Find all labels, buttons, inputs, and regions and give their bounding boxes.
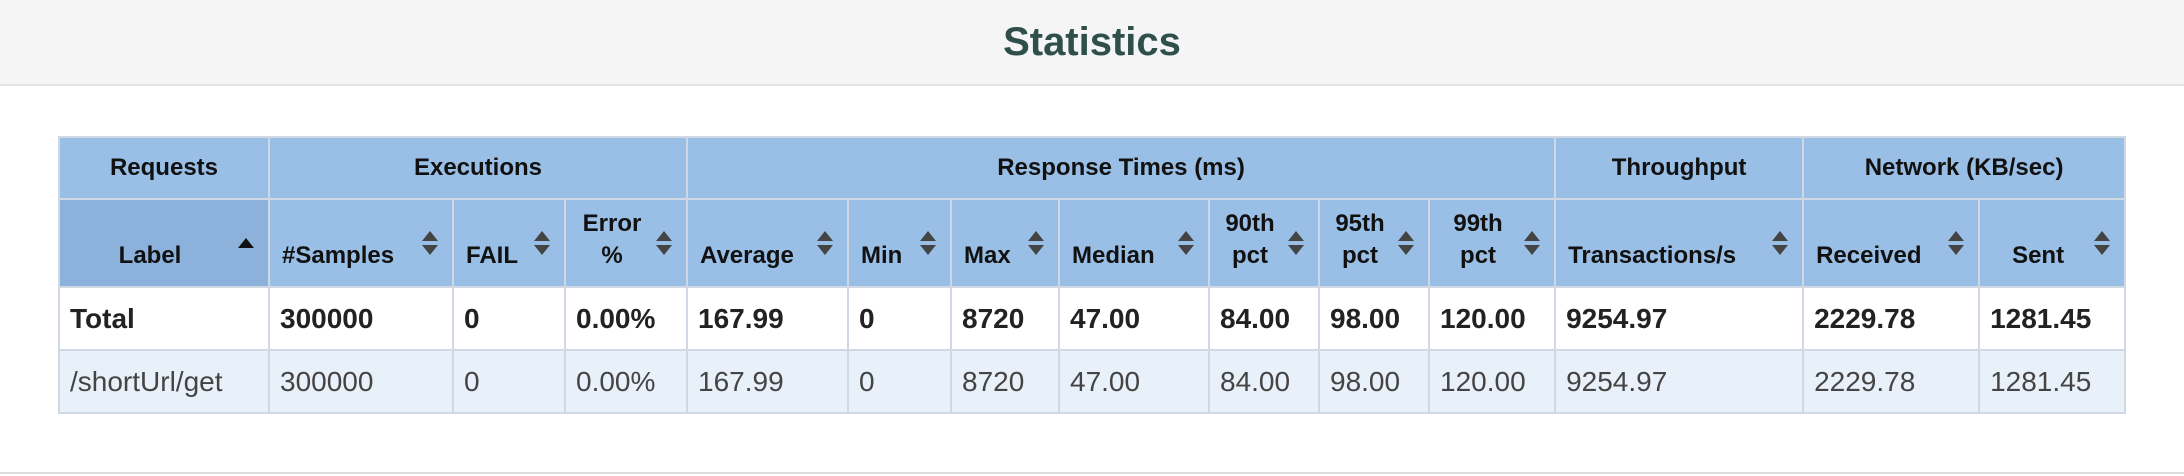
cell-p95: 98.00 (1318, 349, 1430, 414)
sort-both-icon (1948, 231, 1965, 255)
sort-ascending-icon (238, 238, 254, 248)
cell-received: 2229.78 (1802, 349, 1981, 414)
cell-median: 47.00 (1058, 349, 1210, 414)
column-header-average-text: Average (700, 242, 794, 269)
sort-both-icon (1178, 231, 1194, 255)
sort-both-icon (656, 231, 672, 255)
column-header-median-text: Median (1072, 242, 1155, 269)
column-header-p95-text: 95th pct (1335, 210, 1385, 269)
title-bar: Statistics (0, 0, 2184, 86)
cell-fail: 0 (452, 286, 566, 351)
column-header-max[interactable]: Max (950, 198, 1060, 288)
column-header-p90[interactable]: 90th pct (1208, 198, 1320, 288)
cell-average: 167.99 (686, 349, 849, 414)
column-header-samples-text: #Samples (282, 242, 395, 269)
cell-fail: 0 (452, 349, 566, 414)
column-header-label-text: Label (118, 242, 182, 269)
cell-label: /shortUrl/get (58, 349, 270, 414)
cell-max: 8720 (950, 349, 1060, 414)
column-header-p99[interactable]: 99th pct (1427, 198, 1557, 288)
column-header-fail-text: FAIL (466, 242, 518, 269)
page-title: Statistics (1003, 19, 1181, 64)
cell-min: 0 (847, 286, 952, 351)
sort-both-icon (817, 231, 833, 255)
sort-both-icon (2094, 231, 2111, 255)
cell-error-pct: 0.00% (564, 349, 688, 414)
content-area: Requests Executions Response Times (ms) … (0, 86, 2184, 474)
group-executions: Executions (268, 136, 688, 200)
sort-both-icon (920, 231, 936, 255)
sort-both-icon (534, 231, 550, 255)
column-header-sent-text: Sent (2012, 242, 2065, 269)
column-header-label[interactable]: Label (58, 198, 270, 288)
cell-min: 0 (847, 349, 952, 414)
column-header-received-text: Received (1816, 242, 1922, 269)
sort-both-icon (1772, 231, 1789, 255)
column-header-error-pct-text: Error % (582, 210, 642, 269)
cell-p99: 120.00 (1427, 349, 1557, 414)
cell-samples: 300000 (268, 286, 454, 351)
column-header-sent[interactable]: Sent (1978, 198, 2127, 288)
cell-samples: 300000 (268, 349, 454, 414)
sort-both-icon (1524, 231, 1541, 255)
sort-both-icon (1028, 231, 1044, 255)
cell-error-pct: 0.00% (564, 286, 688, 351)
column-header-row: Label #Samples FAIL Error % Average Min … (58, 198, 2127, 288)
column-header-min-text: Min (861, 242, 903, 269)
group-network: Network (KB/sec) (1802, 136, 2127, 200)
column-header-samples[interactable]: #Samples (268, 198, 454, 288)
column-header-min[interactable]: Min (847, 198, 952, 288)
sort-both-icon (1288, 231, 1304, 255)
group-throughput: Throughput (1554, 136, 1805, 200)
cell-label: Total (58, 286, 270, 351)
column-header-p90-text: 90th pct (1225, 210, 1275, 269)
cell-transactions: 9254.97 (1554, 286, 1805, 351)
cell-transactions: 9254.97 (1554, 349, 1805, 414)
column-header-p95[interactable]: 95th pct (1318, 198, 1430, 288)
sort-both-icon (1398, 231, 1414, 255)
column-header-transactions[interactable]: Transactions/s (1554, 198, 1805, 288)
group-header-row: Requests Executions Response Times (ms) … (58, 136, 2127, 200)
column-header-average[interactable]: Average (686, 198, 849, 288)
column-header-median[interactable]: Median (1058, 198, 1210, 288)
cell-median: 47.00 (1058, 286, 1210, 351)
column-header-max-text: Max (964, 242, 1011, 269)
cell-sent: 1281.45 (1978, 286, 2127, 351)
bottom-divider (0, 472, 2184, 474)
column-header-error-pct[interactable]: Error % (564, 198, 688, 288)
cell-average: 167.99 (686, 286, 849, 351)
column-header-fail[interactable]: FAIL (452, 198, 566, 288)
cell-p90: 84.00 (1208, 286, 1320, 351)
sort-both-icon (422, 231, 438, 255)
table-row-total: Total 300000 0 0.00% 167.99 0 8720 47.00… (58, 286, 2127, 351)
cell-p90: 84.00 (1208, 349, 1320, 414)
column-header-p99-text: 99th pct (1453, 210, 1503, 269)
cell-p95: 98.00 (1318, 286, 1430, 351)
statistics-table: Requests Executions Response Times (ms) … (58, 136, 2127, 414)
column-header-received[interactable]: Received (1802, 198, 1981, 288)
cell-received: 2229.78 (1802, 286, 1981, 351)
column-header-transactions-text: Transactions/s (1568, 242, 1737, 269)
group-requests: Requests (58, 136, 270, 200)
table-row: /shortUrl/get 300000 0 0.00% 167.99 0 87… (58, 349, 2127, 414)
cell-sent: 1281.45 (1978, 349, 2127, 414)
group-response-times: Response Times (ms) (685, 136, 1557, 200)
cell-max: 8720 (950, 286, 1060, 351)
cell-p99: 120.00 (1427, 286, 1557, 351)
